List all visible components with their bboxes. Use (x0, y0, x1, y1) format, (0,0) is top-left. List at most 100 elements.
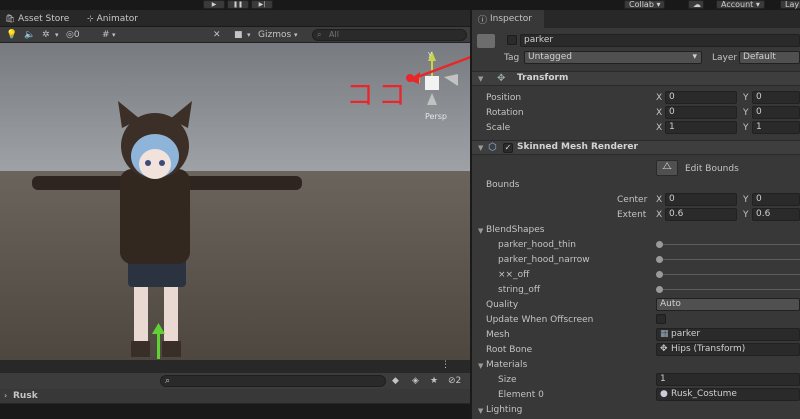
scale-x-field[interactable]: 1 (665, 121, 737, 134)
center-x-field[interactable]: 0 (665, 193, 737, 206)
blendshape-slider-knob[interactable] (656, 286, 663, 293)
mesh-label: Mesh (486, 330, 510, 340)
layer-dropdown[interactable]: Default (739, 51, 800, 64)
foldout-arrow-icon[interactable]: ▼ (478, 407, 483, 415)
blendshape-slider-track[interactable] (659, 244, 800, 245)
extent-x-value: 0.6 (669, 209, 684, 219)
step-button[interactable]: ▶| (251, 0, 273, 9)
skinned-mesh-renderer-header[interactable]: ▼ ⬡ ✓ Skinned Mesh Renderer (472, 140, 800, 155)
hidden-packages-icon[interactable]: ⊘2 (448, 375, 461, 387)
y-axis-label: Y (743, 108, 749, 118)
scene-viewport[interactable]: y Persp ココ (0, 43, 470, 360)
filter-label-icon[interactable]: ◈ (412, 375, 419, 387)
position-x-field[interactable]: 0 (665, 91, 737, 104)
blendshape-slider-knob[interactable] (656, 271, 663, 278)
search-placeholder: All (329, 30, 339, 39)
scale-y-field[interactable]: 1 (752, 121, 800, 134)
active-checkbox[interactable] (507, 35, 517, 45)
tag-dropdown[interactable]: Untagged ▾ (524, 51, 702, 64)
tab-inspector[interactable]: ⓘ Inspector (472, 10, 544, 28)
project-search-input[interactable]: ⌕ (160, 375, 386, 387)
chevron-down-icon[interactable]: ▾ (247, 29, 251, 41)
hidden-count: 2 (455, 376, 462, 386)
y-axis-label: Y (743, 123, 749, 133)
position-y-field[interactable]: 0 (752, 91, 800, 104)
extent-x-field[interactable]: 0.6 (665, 208, 737, 221)
pause-button[interactable]: ❚❚ (227, 0, 249, 9)
star-icon[interactable]: ★ (430, 375, 438, 387)
rotation-label: Rotation (486, 108, 524, 118)
extent-label: Extent (617, 210, 647, 220)
tools-icon[interactable]: ✕ (213, 29, 221, 41)
chevron-right-icon[interactable]: › (4, 391, 7, 400)
collab-button[interactable]: Collab ▾ (624, 0, 666, 9)
x-axis-label: X (656, 210, 663, 220)
component-enabled-checkbox[interactable]: ✓ (503, 143, 513, 153)
blendshape-slider-knob[interactable] (656, 241, 663, 248)
y-axis-label: Y (743, 210, 749, 220)
mesh-field[interactable]: ▦ parker (656, 328, 800, 341)
tab-label: Inspector (490, 14, 532, 24)
transform-header[interactable]: ▼ ✥ Transform (472, 71, 800, 86)
persp-label[interactable]: Persp (425, 112, 447, 121)
blendshape-slider-track[interactable] (659, 274, 800, 275)
tab-label: Animator (96, 14, 138, 24)
edit-bounds-icon: ⧍ (662, 161, 672, 172)
chevron-down-icon: ▾ (692, 52, 697, 62)
chevron-down-icon[interactable]: ▾ (55, 29, 59, 41)
effects-icon[interactable]: ✲ (42, 29, 50, 41)
blendshape-label: parker_hood_narrow (498, 255, 590, 265)
search-icon: ⌕ (317, 30, 322, 39)
foldout-arrow-icon[interactable]: ▼ (478, 227, 483, 235)
foldout-arrow-icon[interactable]: ▼ (478, 362, 483, 370)
tab-asset-store[interactable]: 🛍 Asset Store (2, 11, 69, 27)
more-icon[interactable]: ⋮ (441, 360, 450, 370)
cloud-button[interactable]: ☁ (688, 0, 704, 9)
blendshape-slider-track[interactable] (659, 289, 800, 290)
folder-row[interactable]: › Rusk (0, 389, 470, 404)
x-axis-label: X (656, 93, 663, 103)
extent-y-field[interactable]: 0.6 (752, 208, 800, 221)
filter-type-icon[interactable]: ◆ (392, 375, 399, 387)
inspector-panel: ⓘ Inspector parker Tag Untagged ▾ Layer D… (472, 10, 800, 419)
element0-field[interactable]: ● Rusk_Costume (656, 388, 800, 401)
extent-y-value: 0.6 (756, 209, 771, 219)
tab-animator[interactable]: ⊹ Animator (84, 11, 138, 27)
account-button[interactable]: Account ▾ (716, 0, 765, 9)
materials-size-field[interactable]: 1 (656, 373, 800, 386)
size-value: 1 (660, 374, 666, 384)
animator-icon: ⊹ (87, 14, 94, 23)
center-label: Center (617, 195, 648, 205)
hidden-objects-icon[interactable]: ◎0 (66, 29, 80, 41)
camera-icon[interactable]: ■ (234, 29, 243, 41)
root-bone-field[interactable]: ✥ Hips (Transform) (656, 343, 800, 356)
blendshape-slider-knob[interactable] (656, 256, 663, 263)
center-y-field[interactable]: 0 (752, 193, 800, 206)
foldout-arrow-icon: ▼ (478, 75, 484, 83)
layers-button[interactable]: Lay (780, 0, 800, 9)
blendshape-slider-track[interactable] (659, 259, 800, 260)
quality-dropdown[interactable]: Auto (656, 298, 800, 311)
update-offscreen-checkbox[interactable] (656, 314, 666, 324)
play-button[interactable]: ▶ (203, 0, 225, 9)
rotation-y-field[interactable]: 0 (752, 106, 800, 119)
grid-icon[interactable]: # (102, 29, 110, 41)
gizmos-dropdown[interactable]: Gizmos ▾ (258, 29, 298, 41)
material-icon: ● (660, 389, 668, 399)
edit-bounds-label: Edit Bounds (685, 164, 739, 174)
position-label: Position (486, 93, 522, 103)
update-offscreen-label: Update When Offscreen (486, 315, 594, 325)
transform-icon: ✥ (660, 344, 668, 354)
scene-search-input[interactable]: ⌕ All (312, 29, 467, 41)
object-name-value: parker (524, 35, 554, 45)
element0-value: Rusk_Costume (671, 389, 737, 399)
object-name-field[interactable]: parker (520, 34, 800, 47)
root-bone-value: Hips (Transform) (671, 344, 746, 354)
materials-label: Materials (486, 360, 528, 370)
lightbulb-icon[interactable]: 💡 (6, 29, 17, 41)
rotation-x-field[interactable]: 0 (665, 106, 737, 119)
panel-tab-bar: ⋮ (0, 360, 470, 373)
audio-icon[interactable]: 🔈 (24, 29, 35, 41)
edit-bounds-button[interactable]: ⧍ (656, 160, 678, 176)
chevron-down-icon[interactable]: ▾ (112, 29, 116, 41)
